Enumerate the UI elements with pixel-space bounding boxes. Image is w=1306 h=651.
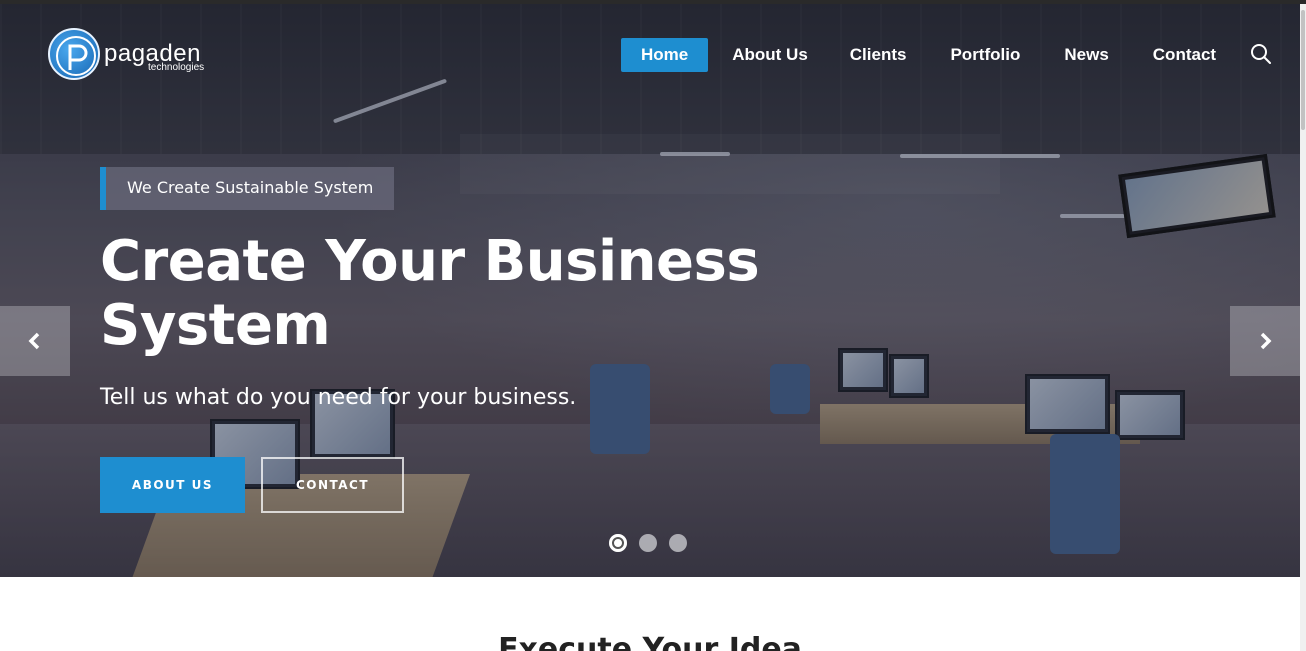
- slider-dot[interactable]: [669, 534, 687, 552]
- logo-tagline: technologies: [148, 62, 205, 73]
- slider-next-button[interactable]: [1230, 306, 1300, 376]
- hero-tagline: We Create Sustainable System: [100, 167, 394, 210]
- page-scrollbar[interactable]: [1300, 4, 1306, 651]
- nav-contact[interactable]: Contact: [1133, 38, 1236, 72]
- main-nav: Home About Us Clients Portfolio News Con…: [621, 38, 1236, 72]
- chevron-right-icon: [1260, 332, 1272, 350]
- contact-button[interactable]: CONTACT: [261, 457, 404, 513]
- nav-portfolio[interactable]: Portfolio: [930, 38, 1040, 72]
- about-us-button[interactable]: ABOUT US: [100, 457, 245, 513]
- logo[interactable]: pagaden technologies: [48, 28, 208, 82]
- nav-news[interactable]: News: [1044, 38, 1128, 72]
- hero-subline: Tell us what do you need for your busine…: [100, 385, 577, 410]
- logo-mark-icon: [48, 28, 100, 80]
- slider-dot[interactable]: [639, 534, 657, 552]
- nav-clients[interactable]: Clients: [830, 38, 927, 72]
- search-icon[interactable]: [1249, 42, 1273, 66]
- section-title: Execute Your Idea: [498, 632, 802, 651]
- nav-home[interactable]: Home: [621, 38, 709, 72]
- top-edge-bar: [0, 0, 1306, 4]
- slider-dots: [609, 534, 699, 552]
- hero-headline: Create Your Business System: [100, 229, 760, 358]
- chevron-left-icon: [28, 332, 40, 350]
- slider-prev-button[interactable]: [0, 306, 70, 376]
- slider-dot[interactable]: [609, 534, 627, 552]
- hero-tagline-text: We Create Sustainable System: [127, 178, 374, 197]
- nav-about-us[interactable]: About Us: [712, 38, 828, 72]
- scrollbar-thumb[interactable]: [1301, 10, 1305, 130]
